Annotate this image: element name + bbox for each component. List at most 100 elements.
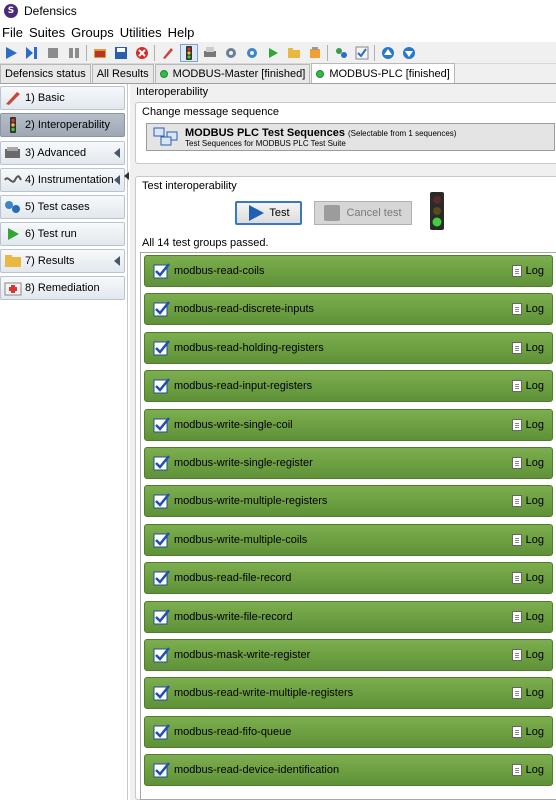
sequence-hint: (Selectable from 1 sequences) xyxy=(347,129,457,138)
pause-icon[interactable] xyxy=(66,45,82,61)
test-group-row[interactable]: modbus-read-file-record Log xyxy=(144,562,553,595)
document-icon xyxy=(511,303,522,316)
document-icon xyxy=(511,265,522,277)
log-link[interactable]: Log xyxy=(511,457,544,469)
log-link[interactable]: Log xyxy=(511,341,544,354)
sidebar-item-advanced[interactable]: 3) Advanced xyxy=(0,141,125,165)
log-link[interactable]: Log xyxy=(511,265,544,277)
test-button-label: Test xyxy=(269,207,290,219)
test-group-row[interactable]: modbus-write-multiple-registers Log xyxy=(144,485,553,518)
checkbox-checked-icon[interactable] xyxy=(153,608,171,626)
plugin-icon[interactable] xyxy=(333,45,349,61)
collapse-sidebar-icon[interactable] xyxy=(124,172,129,180)
log-link[interactable]: Log xyxy=(511,764,544,777)
checkbox-checked-icon[interactable] xyxy=(153,377,171,395)
test-group-row[interactable]: modbus-read-discrete-inputs Log xyxy=(144,293,553,326)
log-label: Log xyxy=(525,303,544,316)
log-link[interactable]: Log xyxy=(511,572,544,585)
log-link[interactable]: Log xyxy=(511,495,544,508)
log-link[interactable]: Log xyxy=(511,303,544,316)
test-group-row[interactable]: modbus-read-fifo-queue Log xyxy=(144,715,553,748)
test-group-row[interactable]: modbus-read-holding-registers Log xyxy=(144,331,553,364)
checkbox-checked-icon[interactable] xyxy=(153,761,171,779)
checkbox-checked-icon[interactable] xyxy=(153,416,171,434)
run-icon[interactable] xyxy=(3,45,19,61)
tab-modbus-master[interactable]: MODBUS-Master [finished] xyxy=(154,64,311,83)
sequence-icon xyxy=(153,126,179,149)
log-label: Log xyxy=(525,610,544,623)
settings-icon[interactable] xyxy=(223,45,239,61)
tab-all-results[interactable]: All Results xyxy=(91,64,154,83)
folder-icon[interactable] xyxy=(286,45,302,61)
log-link[interactable]: Log xyxy=(511,418,544,431)
test-group-row[interactable]: modbus-mask-write-register Log xyxy=(144,639,553,671)
test-group-row[interactable]: modbus-write-multiple-coils Log xyxy=(144,523,553,556)
log-link[interactable]: Log xyxy=(511,687,544,700)
traffic-light-icon[interactable] xyxy=(179,43,198,62)
menu-suites[interactable]: Suites xyxy=(27,25,67,40)
run-all-icon[interactable] xyxy=(24,45,40,61)
test-button[interactable]: Test xyxy=(235,201,302,225)
play-icon[interactable] xyxy=(265,45,281,61)
expand-arrow-icon[interactable] xyxy=(114,175,120,185)
tab-modbus-plc[interactable]: MODBUS-PLC [finished] xyxy=(311,63,455,83)
page-title: Interoperability xyxy=(136,86,209,98)
sequence-selector[interactable]: MODBUS PLC Test Sequences (Selectable fro… xyxy=(146,123,555,151)
open-icon[interactable] xyxy=(92,45,108,61)
tab-label: Defensics status xyxy=(5,68,86,80)
sidebar-item-results[interactable]: 7) Results xyxy=(0,249,125,273)
print-icon[interactable] xyxy=(202,45,218,61)
test-panel: Test interoperability Test Cancel test A… xyxy=(135,176,556,800)
log-link[interactable]: Log xyxy=(511,725,544,738)
check-icon[interactable] xyxy=(354,45,370,61)
menu-groups[interactable]: Groups xyxy=(69,25,116,40)
down-icon[interactable] xyxy=(401,45,417,61)
checkbox-checked-icon[interactable] xyxy=(153,569,171,587)
checkbox-checked-icon[interactable] xyxy=(153,300,171,318)
test-group-row[interactable]: modbus-read-coils Log xyxy=(144,255,553,287)
close-red-icon[interactable] xyxy=(134,45,150,61)
cancel-test-button[interactable]: Cancel test xyxy=(314,201,412,225)
checkbox-checked-icon[interactable] xyxy=(153,723,171,741)
checkbox-checked-icon[interactable] xyxy=(153,492,171,510)
checkbox-checked-icon[interactable] xyxy=(153,531,171,549)
menu-utilities[interactable]: Utilities xyxy=(118,25,164,40)
log-link[interactable]: Log xyxy=(511,533,544,546)
test-group-row[interactable]: modbus-read-input-registers Log xyxy=(144,370,553,403)
log-label: Log xyxy=(525,764,544,777)
expand-arrow-icon[interactable] xyxy=(114,148,120,158)
log-label: Log xyxy=(525,533,544,546)
log-link[interactable]: Log xyxy=(511,649,544,661)
save-icon[interactable] xyxy=(113,45,129,61)
test-group-row[interactable]: modbus-write-single-coil Log xyxy=(144,408,553,441)
gear-icon[interactable] xyxy=(244,45,260,61)
log-link[interactable]: Log xyxy=(511,380,544,393)
fix-icon[interactable] xyxy=(307,45,323,61)
test-group-row[interactable]: modbus-write-file-record Log xyxy=(144,600,553,633)
checkbox-checked-icon[interactable] xyxy=(153,646,171,664)
up-icon[interactable] xyxy=(380,45,396,61)
menu-file[interactable]: File xyxy=(0,25,25,40)
sidebar-item-interoperability[interactable]: 2) Interoperability xyxy=(0,113,125,137)
document-icon xyxy=(511,495,522,508)
expand-arrow-icon[interactable] xyxy=(114,256,120,266)
test-group-row[interactable]: modbus-read-device-identification Log xyxy=(144,754,553,787)
edit-icon[interactable] xyxy=(160,45,176,61)
sidebar-item-test-run[interactable]: 6) Test run xyxy=(0,222,125,246)
sidebar-item-remediation[interactable]: 8) Remediation xyxy=(0,276,125,300)
checkbox-checked-icon[interactable] xyxy=(153,262,171,280)
checkbox-checked-icon[interactable] xyxy=(153,339,171,357)
sidebar-item-instrumentation[interactable]: 4) Instrumentation xyxy=(0,168,125,192)
test-group-name: modbus-read-write-multiple-registers xyxy=(174,687,354,700)
checkbox-checked-icon[interactable] xyxy=(153,684,171,702)
test-group-name: modbus-read-discrete-inputs xyxy=(174,303,315,316)
log-link[interactable]: Log xyxy=(511,610,544,623)
test-group-row[interactable]: modbus-read-write-multiple-registers Log xyxy=(144,677,553,710)
menu-help[interactable]: Help xyxy=(166,25,197,40)
sidebar-item-test-cases[interactable]: 5) Test cases xyxy=(0,195,125,219)
sidebar-item-basic[interactable]: 1) Basic xyxy=(0,86,125,110)
tab-defensics-status[interactable]: Defensics status xyxy=(0,64,91,83)
checkbox-checked-icon[interactable] xyxy=(153,454,171,472)
test-group-row[interactable]: modbus-write-single-register Log xyxy=(144,447,553,479)
stop-icon[interactable] xyxy=(45,45,61,61)
